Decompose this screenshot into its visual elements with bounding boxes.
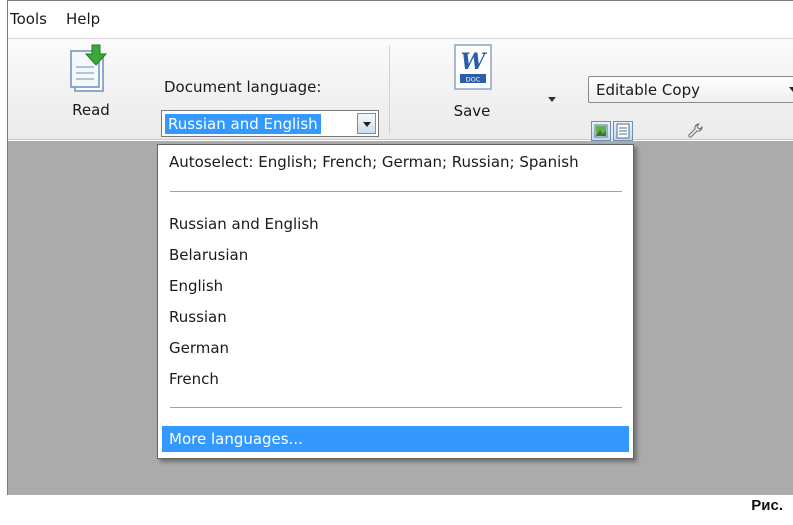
dropdown-item-language[interactable]: German <box>162 335 629 361</box>
read-button[interactable]: Read <box>56 43 126 133</box>
ribbon-toolbar: Read Document language: Russian and Engl… <box>8 39 793 141</box>
dropdown-item-autoselect[interactable]: Autoselect: English; French; German; Rus… <box>162 149 629 175</box>
save-label: Save <box>453 102 491 120</box>
menu-bar: Tools Help <box>8 1 793 39</box>
menu-help[interactable]: Help <box>66 10 100 28</box>
image-view-button[interactable] <box>591 121 611 141</box>
document-language-label: Document language: <box>164 78 322 96</box>
dropdown-separator <box>170 191 622 192</box>
language-dropdown-list: Autoselect: English; French; German; Rus… <box>157 144 634 459</box>
read-label: Read <box>72 101 110 119</box>
svg-text:W: W <box>461 49 488 75</box>
save-button[interactable]: W DOC Save <box>442 43 502 138</box>
dropdown-item-more-languages[interactable]: More languages... <box>162 426 629 452</box>
chevron-down-icon <box>789 87 793 92</box>
menu-tools[interactable]: Tools <box>10 10 47 28</box>
dropdown-item-language[interactable]: Belarusian <box>162 242 629 268</box>
wrench-icon[interactable] <box>686 121 706 141</box>
ribbon-separator <box>389 45 390 134</box>
document-language-value: Russian and English <box>165 114 321 134</box>
dropdown-item-language[interactable]: Russian <box>162 304 629 330</box>
figure-caption: Рис. <box>751 497 783 514</box>
text-page-icon <box>616 123 630 139</box>
dropdown-item-language[interactable]: Russian and English <box>162 211 629 237</box>
copy-mode-select[interactable]: Editable Copy <box>588 76 793 103</box>
word-document-icon: W DOC <box>454 44 492 90</box>
chevron-down-icon[interactable] <box>357 113 376 134</box>
dropdown-item-language[interactable]: English <box>162 273 629 299</box>
document-language-select[interactable]: Russian and English <box>161 110 379 137</box>
text-view-button[interactable] <box>613 121 633 141</box>
picture-icon <box>594 124 608 138</box>
copy-mode-value: Editable Copy <box>596 81 700 99</box>
read-document-icon <box>70 44 108 92</box>
svg-text:DOC: DOC <box>466 76 481 84</box>
dropdown-separator <box>170 407 622 408</box>
dropdown-item-language[interactable]: French <box>162 366 629 392</box>
save-options-arrow-icon[interactable] <box>548 97 556 102</box>
